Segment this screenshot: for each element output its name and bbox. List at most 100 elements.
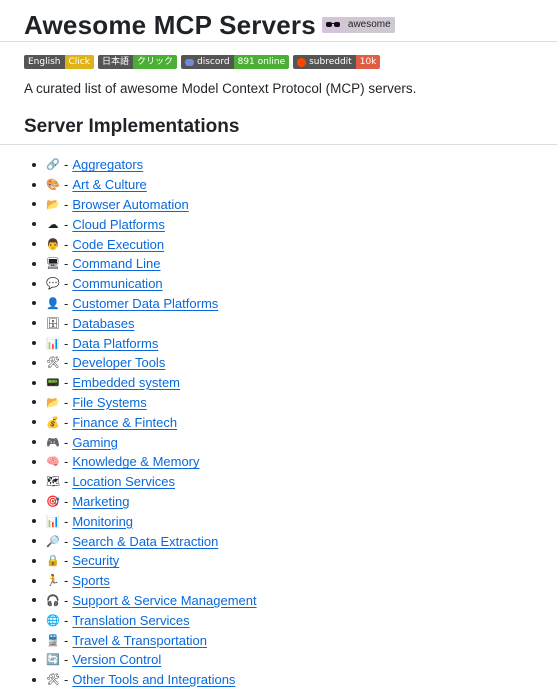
bullet (32, 261, 36, 266)
category-link[interactable]: Monitoring (72, 514, 133, 529)
category-link[interactable]: Version Control (72, 652, 161, 667)
lock-icon: 🔒 (46, 554, 60, 568)
dash-separator: - (64, 434, 69, 450)
file-cabinet-icon: 🗄 (46, 316, 60, 330)
bullet (32, 400, 36, 405)
bullet (32, 558, 36, 563)
list-item: 💬 - Communication (26, 274, 257, 294)
folder-icon: 📂 (46, 197, 60, 211)
list-item: 🖥 - Command Line (26, 254, 257, 274)
bullet (32, 182, 36, 187)
bullet (32, 242, 36, 247)
category-link[interactable]: Support & Service Management (72, 593, 256, 608)
cloud-icon: ☁ (47, 217, 59, 231)
game-controller-icon: 🎮 (46, 435, 60, 449)
category-link[interactable]: Communication (72, 276, 162, 291)
category-link[interactable]: Data Platforms (72, 336, 158, 351)
page-title: Awesome MCP Servers (24, 9, 316, 40)
dash-separator: - (64, 335, 69, 351)
title-row: Awesome MCP Servers awesome (24, 3, 557, 47)
category-link[interactable]: Code Execution (72, 237, 164, 252)
category-link[interactable]: Travel & Transportation (72, 633, 207, 648)
category-link[interactable]: Translation Services (72, 613, 189, 628)
brain-icon: 🧠 (46, 455, 60, 469)
dash-separator: - (64, 474, 69, 490)
bullet (32, 539, 36, 544)
bullet (32, 578, 36, 583)
reddit-icon (297, 57, 307, 67)
badge-subreddit[interactable]: subreddit 10k (293, 55, 381, 69)
list-item: 🗺 - Location Services (26, 472, 257, 492)
bullet (32, 440, 36, 445)
list-item: 🧠 - Knowledge & Memory (26, 452, 257, 472)
magnifier-icon: 🔎 (46, 534, 60, 548)
category-link[interactable]: Knowledge & Memory (72, 454, 199, 469)
category-link[interactable]: Sports (72, 573, 110, 588)
list-item: 📊 - Data Platforms (26, 333, 257, 353)
badge-discord[interactable]: discord 891 online (180, 55, 290, 69)
dash-separator: - (64, 394, 69, 410)
awesome-badge-label: awesome (343, 17, 395, 33)
open-folder-icon: 📂 (46, 395, 60, 409)
list-item: 🎮 - Gaming (26, 432, 257, 452)
bullet (32, 499, 36, 504)
bullet (32, 360, 36, 365)
desktop-icon: 🖥 (46, 257, 60, 271)
list-item: 🛠 - Other Tools and Integrations (26, 670, 257, 690)
target-icon: 🎯 (46, 494, 60, 508)
badge-english[interactable]: English Click (24, 55, 94, 69)
bullet (32, 479, 36, 484)
section-heading: Server Implementations (24, 116, 240, 137)
train-icon: 🚆 (46, 633, 60, 647)
dash-separator: - (64, 375, 69, 391)
list-item: 🔒 - Security (26, 551, 257, 571)
palette-icon: 🎨 (46, 178, 60, 192)
bullet (32, 162, 36, 167)
category-link[interactable]: Security (72, 553, 119, 568)
chart-icon: 📊 (46, 514, 60, 528)
category-link[interactable]: Developer Tools (72, 355, 165, 370)
dash-separator: - (64, 553, 69, 569)
badge-english-left: English (24, 55, 65, 69)
category-link[interactable]: Browser Automation (72, 197, 188, 212)
list-item: 💰 - Finance & Fintech (26, 412, 257, 432)
awesome-badge[interactable]: awesome (321, 17, 395, 33)
category-list: 🔗 - Aggregators 🎨 - Art & Culture 📂 - Browser Au… (26, 155, 257, 690)
category-link[interactable]: Other Tools and Integrations (72, 672, 235, 687)
bullet (32, 459, 36, 464)
category-link[interactable]: Marketing (72, 494, 129, 509)
category-link[interactable]: Location Services (72, 474, 175, 489)
category-link[interactable]: Cloud Platforms (72, 217, 164, 232)
badge-japanese[interactable]: 日本語 クリック (97, 55, 177, 69)
category-link[interactable]: Command Line (72, 256, 160, 271)
dash-separator: - (64, 573, 69, 589)
dash-separator: - (64, 592, 69, 608)
intro-text: A curated list of awesome Model Context … (24, 81, 417, 96)
category-link[interactable]: File Systems (72, 395, 146, 410)
category-link[interactable]: Search & Data Extraction (72, 534, 218, 549)
category-link[interactable]: Embedded system (72, 375, 180, 390)
technologist-icon: 👨 (46, 237, 60, 251)
list-item: 🛠 - Developer Tools (26, 353, 257, 373)
map-icon: 🗺 (46, 475, 60, 489)
bar-chart-icon: 📊 (46, 336, 60, 350)
category-link[interactable]: Art & Culture (72, 177, 146, 192)
badge-subreddit-right: 10k (355, 55, 381, 69)
bullet (32, 598, 36, 603)
dash-separator: - (64, 315, 69, 331)
list-item: 🎯 - Marketing (26, 492, 257, 512)
bullet (32, 638, 36, 643)
refresh-icon: 🔄 (46, 653, 60, 667)
dash-separator: - (64, 157, 69, 173)
category-link[interactable]: Aggregators (72, 157, 143, 172)
dash-separator: - (64, 256, 69, 272)
list-item: 🌐 - Translation Services (26, 610, 257, 630)
badge-discord-right: 891 online (233, 55, 290, 69)
category-link[interactable]: Gaming (72, 435, 118, 450)
category-link[interactable]: Customer Data Platforms (72, 296, 218, 311)
bullet (32, 222, 36, 227)
badge-english-right: Click (64, 55, 94, 69)
category-link[interactable]: Databases (72, 316, 134, 331)
badge-subreddit-left: subreddit (293, 55, 356, 69)
category-link[interactable]: Finance & Fintech (72, 415, 177, 430)
